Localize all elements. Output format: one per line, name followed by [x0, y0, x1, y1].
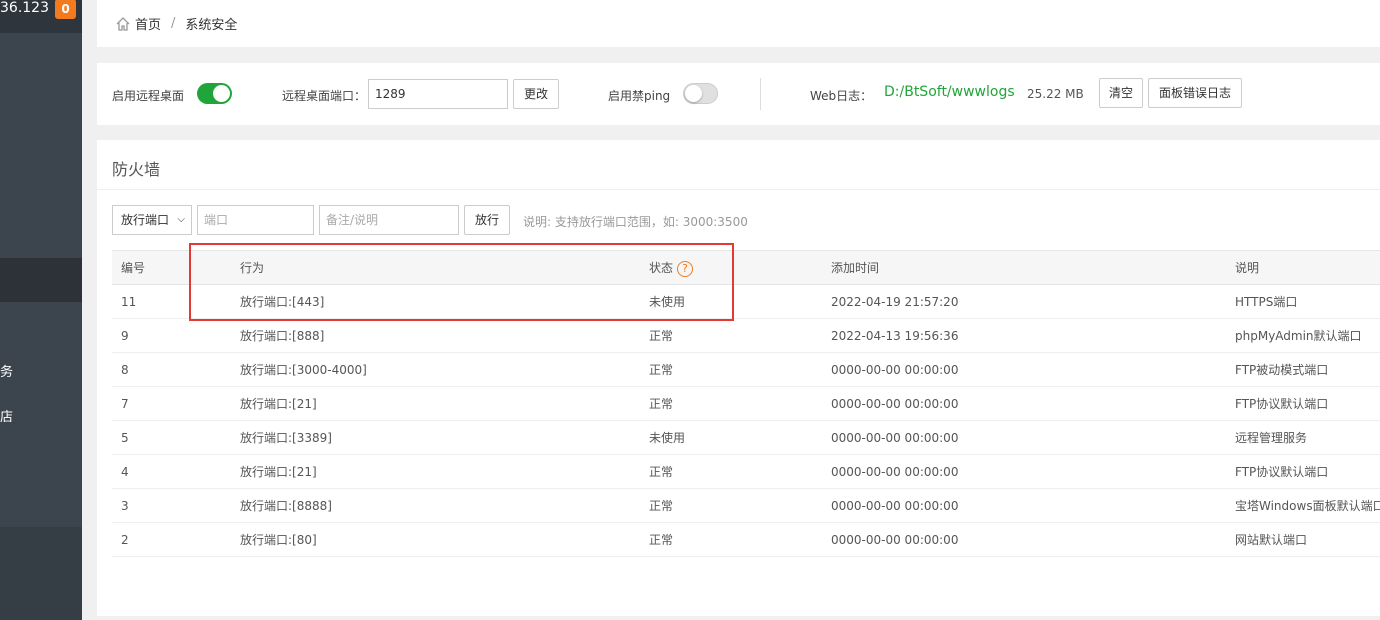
row-time: 0000-00-00 00:00:00 — [831, 533, 959, 547]
server-ip: 36.123 — [0, 0, 49, 16]
row-time: 0000-00-00 00:00:00 — [831, 431, 959, 445]
row-status: 正常 — [649, 363, 674, 377]
disable-ping-toggle[interactable] — [683, 83, 718, 104]
sidebar: 36.123 0 务 店 — [0, 0, 82, 620]
table-row[interactable]: 8 放行端口:[3000-4000] 正常 0000-00-00 00:00:00 FT… — [112, 353, 1380, 387]
row-time: 2022-04-19 21:57:20 — [831, 295, 959, 309]
disable-ping-label: 启用禁ping — [608, 89, 671, 103]
divider — [760, 78, 761, 110]
breadcrumb: 首页 / 系统安全 — [115, 14, 237, 33]
row-id: 9 — [121, 329, 129, 343]
row-note: phpMyAdmin默认端口 — [1235, 329, 1362, 343]
breadcrumb-separator: / — [171, 16, 176, 31]
table-row[interactable]: 7 放行端口:[21] 正常 0000-00-00 00:00:00 FTP协议默认端口 — [112, 387, 1380, 421]
remote-port-label: 远程桌面端口： — [282, 89, 367, 103]
firewall-card: 防火墙 放行端口 ⌵ 放行 说明: 支持放行端口范围，如: 3000:3500 … — [97, 140, 1380, 616]
column-header-id[interactable]: 编号 — [121, 251, 145, 285]
row-status: 正常 — [649, 397, 674, 411]
row-status: 正常 — [649, 533, 674, 547]
row-action: 放行端口:[21] — [240, 397, 317, 411]
rule-type-value: 放行端口 — [121, 213, 170, 227]
breadcrumb-card: 首页 / 系统安全 — [97, 0, 1380, 47]
row-status: 正常 — [649, 465, 674, 479]
sidebar-header: 36.123 0 — [0, 0, 82, 33]
row-status: 未使用 — [649, 431, 686, 445]
row-note: 宝塔Windows面板默认端口 — [1235, 499, 1380, 513]
row-time: 0000-00-00 00:00:00 — [831, 499, 959, 513]
table-row[interactable]: 11 放行端口:[443] 未使用 2022-04-19 21:57:20 HTTPS端… — [112, 285, 1380, 319]
row-id: 3 — [121, 499, 129, 513]
web-log-label: Web日志： — [810, 89, 873, 103]
sidebar-item-service[interactable]: 务 — [0, 361, 82, 381]
row-status: 正常 — [649, 499, 674, 513]
sidebar-item-store[interactable]: 店 — [0, 406, 82, 426]
row-note: HTTPS端口 — [1235, 295, 1298, 309]
row-action: 放行端口:[21] — [240, 465, 317, 479]
row-id: 4 — [121, 465, 129, 479]
row-note: 网站默认端口 — [1235, 533, 1308, 547]
row-id: 5 — [121, 431, 129, 445]
change-port-button[interactable]: 更改 — [513, 79, 559, 109]
table-header: 编号 行为 状态? 添加时间 说明 — [112, 250, 1380, 285]
remote-desktop-label: 启用远程桌面 — [112, 89, 185, 103]
row-action: 放行端口:[8888] — [240, 499, 332, 513]
note-input[interactable] — [319, 205, 459, 235]
row-note: FTP协议默认端口 — [1235, 397, 1329, 411]
rule-type-select[interactable]: 放行端口 ⌵ — [112, 205, 192, 235]
port-input[interactable] — [197, 205, 314, 235]
home-icon[interactable] — [115, 16, 131, 32]
chevron-down-icon: ⌵ — [177, 214, 185, 225]
table-row[interactable]: 9 放行端口:[888] 正常 2022-04-13 19:56:36 phpMyAdm… — [112, 319, 1380, 353]
toggle-knob — [213, 85, 230, 102]
security-settings-card: 启用远程桌面 远程桌面端口： 更改 启用禁ping Web日志： D:/BtSo… — [97, 63, 1380, 125]
row-time: 2022-04-13 19:56:36 — [831, 329, 959, 343]
help-icon[interactable]: ? — [677, 260, 694, 277]
breadcrumb-home[interactable]: 首页 — [135, 14, 161, 33]
row-id: 7 — [121, 397, 129, 411]
row-time: 0000-00-00 00:00:00 — [831, 465, 959, 479]
row-id: 8 — [121, 363, 129, 377]
table-row[interactable]: 5 放行端口:[3389] 未使用 0000-00-00 00:00:00 远程管理服务 — [112, 421, 1380, 455]
row-time: 0000-00-00 00:00:00 — [831, 363, 959, 377]
panel-error-log-button[interactable]: 面板错误日志 — [1148, 78, 1242, 108]
remote-port-input[interactable] — [368, 79, 508, 109]
column-header-time[interactable]: 添加时间 — [831, 251, 879, 285]
row-status: 正常 — [649, 329, 674, 343]
row-action: 放行端口:[443] — [240, 295, 325, 309]
row-note: FTP协议默认端口 — [1235, 465, 1329, 479]
column-header-status-label: 状态 — [649, 261, 674, 275]
web-log-size: 25.22 MB — [1027, 87, 1084, 101]
row-status: 未使用 — [649, 295, 686, 309]
sidebar-item-active[interactable] — [0, 258, 82, 302]
column-header-note[interactable]: 说明 — [1235, 251, 1259, 285]
toggle-knob — [685, 85, 702, 102]
table-row[interactable]: 2 放行端口:[80] 正常 0000-00-00 00:00:00 网站默认端口 — [112, 523, 1380, 557]
row-action: 放行端口:[3389] — [240, 431, 332, 445]
row-id: 2 — [121, 533, 129, 547]
remote-desktop-toggle[interactable] — [197, 83, 232, 104]
row-action: 放行端口:[3000-4000] — [240, 363, 367, 377]
table-row[interactable]: 4 放行端口:[21] 正常 0000-00-00 00:00:00 FTP协议默认端口 — [112, 455, 1380, 489]
firewall-title: 防火墙 — [112, 160, 161, 179]
sidebar-footer — [0, 527, 82, 620]
row-note: 远程管理服务 — [1235, 431, 1308, 445]
table-row[interactable]: 3 放行端口:[8888] 正常 0000-00-00 00:00:00 宝塔Windo… — [112, 489, 1380, 523]
row-time: 0000-00-00 00:00:00 — [831, 397, 959, 411]
row-note: FTP被动模式端口 — [1235, 363, 1329, 377]
row-action: 放行端口:[888] — [240, 329, 325, 343]
row-action: 放行端口:[80] — [240, 533, 317, 547]
divider — [97, 189, 1380, 190]
column-header-action[interactable]: 行为 — [240, 251, 264, 285]
notification-badge[interactable]: 0 — [55, 0, 76, 19]
allow-port-button[interactable]: 放行 — [464, 205, 510, 235]
breadcrumb-current: 系统安全 — [185, 18, 238, 33]
row-id: 11 — [121, 295, 137, 309]
clear-log-button[interactable]: 清空 — [1099, 78, 1143, 108]
port-range-hint: 说明: 支持放行端口范围，如: 3000:3500 — [523, 215, 748, 229]
web-log-path[interactable]: D:/BtSoft/wwwlogs — [884, 84, 1015, 100]
column-header-status[interactable]: 状态? — [649, 251, 694, 285]
